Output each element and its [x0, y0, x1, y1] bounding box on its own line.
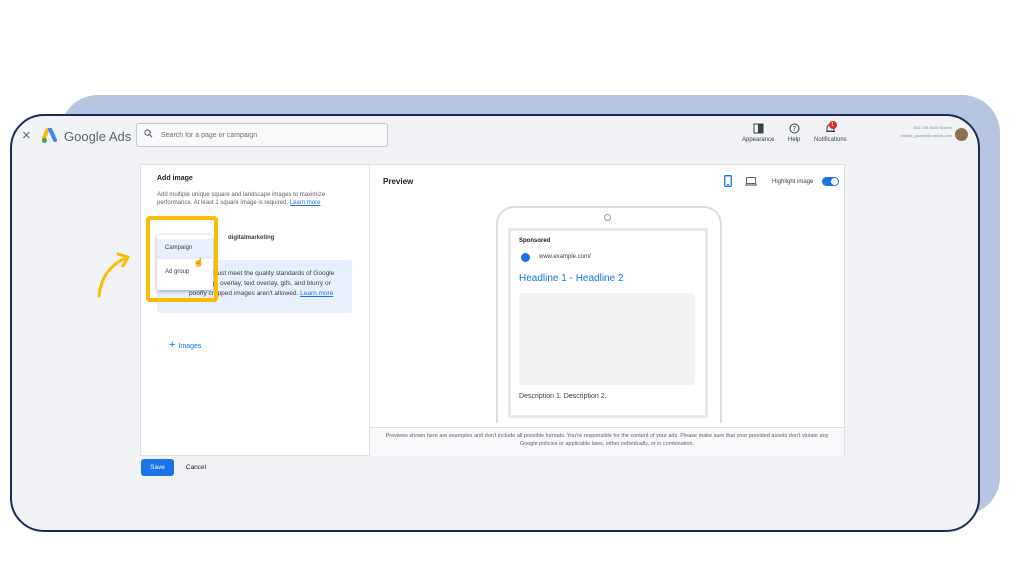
add-images-button[interactable]: + Images [169, 339, 201, 351]
avatar[interactable] [955, 128, 968, 141]
ad-image-placeholder [519, 293, 695, 385]
close-icon[interactable]: × [22, 127, 31, 144]
save-button[interactable]: Save [141, 459, 174, 476]
curved-arrow-icon [97, 252, 130, 298]
globe-icon [521, 253, 530, 262]
campaign-name: digitalmarketing [228, 235, 275, 241]
desktop-preview-icon[interactable] [745, 177, 757, 186]
ad-headline: Headline 1 - Headline 2 [519, 273, 624, 284]
help-label: Help [788, 137, 801, 143]
bell-icon: 1 [814, 121, 847, 137]
google-ads-logo-icon [42, 128, 57, 143]
phone-mockup: Sponsored www.example.com/ Headline 1 - … [496, 206, 722, 423]
account-info[interactable]: 831-748-6645 Shams shams_yousef@outlook.… [862, 124, 952, 140]
disclaimer-text: Previews shown here are examples and don… [385, 433, 829, 447]
preview-title: Preview [383, 177, 414, 186]
phone-camera [604, 214, 611, 221]
notifications-label: Notifications [814, 137, 847, 143]
help-icon: ? [788, 123, 800, 137]
search-icon [144, 129, 153, 138]
cancel-button[interactable]: Cancel [178, 459, 214, 476]
ad-url: www.example.com/ [539, 254, 591, 260]
learn-more-link[interactable]: Learn more [290, 200, 321, 206]
phone-screen: Sponsored www.example.com/ Headline 1 - … [508, 228, 708, 418]
preview-panel: Preview Highlight image Sponsored www.ex… [369, 164, 845, 456]
search-box[interactable] [136, 123, 388, 147]
highlight-image-label: Highlight image [772, 179, 814, 185]
panel-description: Add multiple unique square and landscape… [157, 191, 352, 207]
plus-icon: + [169, 339, 176, 351]
appearance-button[interactable]: Appearance [742, 123, 774, 143]
mobile-preview-icon[interactable] [724, 175, 732, 187]
account-email: shams_yousef@outlook.com [900, 133, 952, 138]
ad-preview-card: Sponsored www.example.com/ Headline 1 - … [511, 231, 705, 415]
highlight-box [146, 216, 218, 302]
notification-badge: 1 [828, 121, 837, 129]
pointer-hand-icon: ☝ [193, 257, 205, 267]
sponsored-label: Sponsored [519, 238, 551, 244]
notifications-button[interactable]: 1 Notifications [814, 121, 847, 143]
browser-frame: × Google Ads Appearance ? Help [10, 114, 980, 532]
app-header: × Google Ads Appearance ? Help [12, 116, 978, 156]
brand-name: Google Ads [64, 129, 132, 144]
ad-description: Description 1. Description 2. [519, 393, 607, 400]
guidelines-learn-more-link[interactable]: Learn more [300, 290, 333, 297]
search-input[interactable] [159, 127, 383, 144]
highlight-image-toggle[interactable] [822, 177, 839, 186]
add-images-label: Images [178, 343, 202, 350]
appearance-icon [742, 123, 774, 137]
account-id: 831-748-6645 Shams [913, 125, 952, 130]
appearance-label: Appearance [742, 137, 775, 143]
help-button[interactable]: ? Help [788, 123, 800, 143]
svg-text:?: ? [792, 125, 796, 133]
panel-title: Add image [157, 175, 193, 182]
add-image-panel: Add image Add multiple unique square and… [140, 164, 370, 456]
preview-disclaimer: Previews shown here are examples and don… [370, 427, 844, 456]
